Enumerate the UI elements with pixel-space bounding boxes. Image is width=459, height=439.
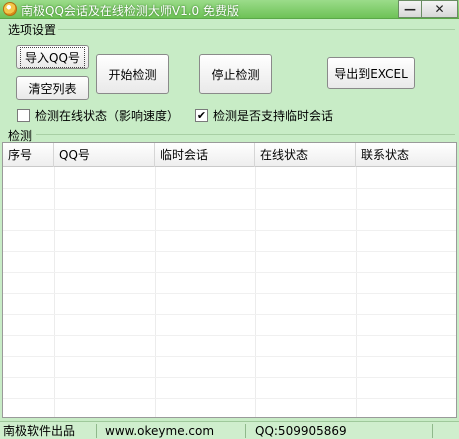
title-bar[interactable]: 南极QQ会话及在线检测大师V1.0 免费版 — ✕	[0, 0, 459, 19]
check-temp-session-label: 检测是否支持临时会话	[213, 109, 334, 123]
grid-column-line	[255, 167, 256, 417]
stop-detect-button[interactable]: 停止检测	[199, 54, 272, 94]
grid-row-line	[3, 314, 456, 315]
grid-column-line	[155, 167, 156, 417]
grid-column-line	[54, 167, 55, 417]
grid-column-line	[356, 167, 357, 417]
grid-row-line	[3, 251, 456, 252]
close-icon: ✕	[434, 2, 445, 16]
status-separator	[432, 424, 433, 438]
grid-row-line	[3, 272, 456, 273]
import-qq-button[interactable]: 导入QQ号	[16, 45, 89, 69]
check-temp-session-checkbox[interactable]: ✔	[195, 109, 208, 122]
minimize-button[interactable]: —	[398, 0, 422, 18]
export-excel-button[interactable]: 导出到EXCEL	[327, 57, 415, 89]
grid-row-line	[3, 293, 456, 294]
grid-row-line	[3, 209, 456, 210]
close-button[interactable]: ✕	[421, 0, 458, 18]
grid-row-line	[3, 230, 456, 231]
status-qq: QQ:509905869	[255, 424, 347, 438]
status-separator	[96, 424, 97, 438]
column-header-online-status[interactable]: 在线状态	[255, 143, 356, 167]
import-qq-button-label: 导入QQ号	[20, 46, 85, 68]
status-website-link[interactable]: www.okeyme.com	[105, 422, 214, 439]
grid-row-line	[3, 356, 456, 357]
status-separator	[245, 424, 246, 438]
qq-penguin-icon	[3, 2, 17, 16]
options-group-label: 选项设置	[8, 23, 57, 37]
grid-row-line	[3, 377, 456, 378]
table-body[interactable]	[3, 167, 456, 417]
table-header: 序号 QQ号 临时会话 在线状态 联系状态	[3, 143, 456, 167]
minimize-icon: —	[404, 2, 416, 16]
start-detect-button[interactable]: 开始检测	[96, 54, 169, 94]
results-table[interactable]: 序号 QQ号 临时会话 在线状态 联系状态	[2, 142, 457, 418]
grid-row-line	[3, 188, 456, 189]
detect-divider	[36, 134, 455, 135]
column-header-contact-status[interactable]: 联系状态	[356, 143, 456, 167]
column-header-temp-session[interactable]: 临时会话	[155, 143, 255, 167]
window-title: 南极QQ会话及在线检测大师V1.0 免费版	[21, 4, 239, 18]
column-header-qq[interactable]: QQ号	[54, 143, 155, 167]
status-publisher: 南极软件出品	[3, 424, 76, 438]
column-header-index[interactable]: 序号	[3, 143, 54, 167]
options-divider	[58, 29, 455, 30]
grid-row-line	[3, 398, 456, 399]
status-bar: 南极软件出品 www.okeyme.com QQ:509905869	[0, 421, 459, 439]
check-temp-session-option[interactable]: ✔ 检测是否支持临时会话	[195, 107, 333, 124]
grid-row-line	[3, 335, 456, 336]
check-online-label: 检测在线状态（影响速度）	[35, 109, 180, 123]
check-online-checkbox[interactable]	[17, 109, 30, 122]
check-online-option[interactable]: 检测在线状态（影响速度）	[17, 107, 179, 124]
clear-list-button[interactable]: 清空列表	[16, 76, 89, 100]
